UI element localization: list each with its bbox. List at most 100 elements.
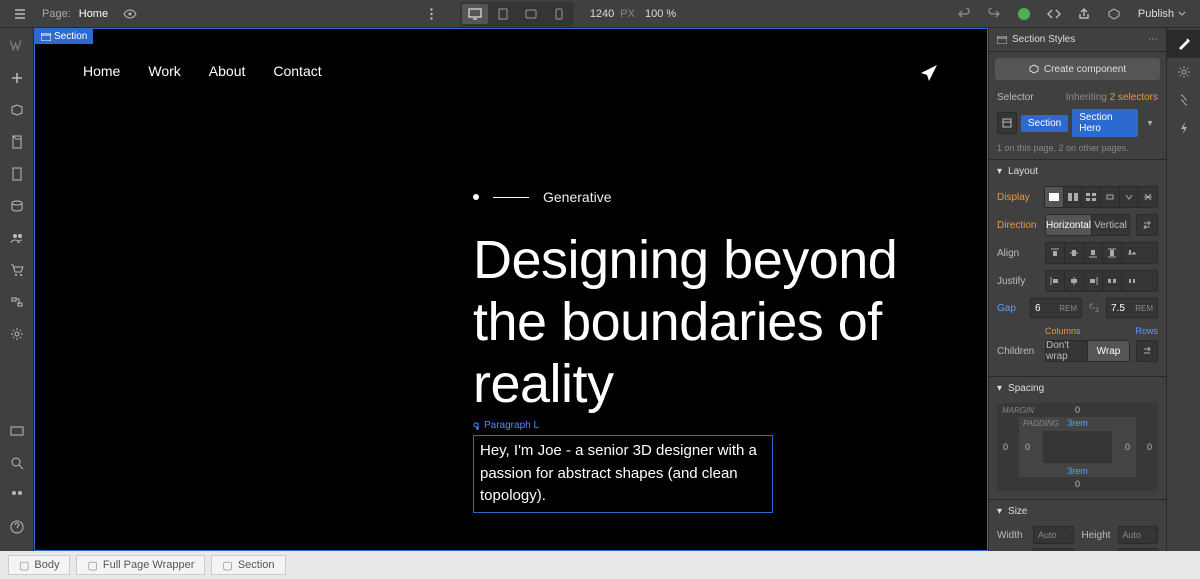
children-label: Children (997, 346, 1039, 357)
cms-button[interactable] (3, 192, 31, 220)
users-button[interactable] (3, 224, 31, 252)
interactions-tab[interactable] (1167, 114, 1200, 142)
paragraph-element[interactable]: Paragraph L Hey, I'm Joe - a senior 3D d… (473, 435, 773, 513)
undo-button[interactable] (950, 2, 978, 26)
page-name[interactable]: Home (79, 8, 108, 20)
align-start[interactable] (1046, 243, 1065, 263)
device-desktop[interactable] (462, 4, 488, 24)
align-baseline[interactable] (1122, 243, 1141, 263)
selection-tag[interactable]: Section (35, 29, 93, 44)
search-button[interactable] (3, 449, 31, 477)
children-nowrap[interactable]: Don't wrap (1046, 341, 1088, 361)
padding-bottom[interactable]: 3rem (1067, 466, 1088, 476)
canvas-width[interactable]: 1240 (590, 8, 614, 20)
style-tab[interactable] (1167, 30, 1200, 58)
hero-heading[interactable]: Designing beyond the boundaries of reali… (473, 229, 939, 415)
spacing-editor[interactable]: MARGIN 0 0 0 0 PADDING 3rem 3rem 0 0 (997, 403, 1158, 491)
display-none[interactable] (1138, 187, 1157, 207)
audit-panel-button[interactable] (3, 481, 31, 509)
height-input[interactable]: Auto- (1118, 526, 1159, 544)
eyebrow: Generative (473, 189, 939, 205)
more-icon[interactable] (418, 2, 446, 26)
inheriting-label[interactable]: Inheriting 2 selectors (1066, 92, 1158, 103)
canvas-zoom[interactable]: 100 % (645, 8, 676, 20)
ecommerce-button[interactable] (3, 256, 31, 284)
justify-around[interactable] (1122, 271, 1141, 291)
justify-end[interactable] (1084, 271, 1103, 291)
preview-icon[interactable] (116, 2, 144, 26)
device-mobile[interactable] (546, 4, 572, 24)
padding-left[interactable]: 0 (1025, 442, 1030, 452)
gap-row-input[interactable]: 7.5REM (1106, 298, 1158, 318)
audit-icon[interactable] (1100, 2, 1128, 26)
justify-between[interactable] (1103, 271, 1122, 291)
video-button[interactable] (3, 417, 31, 445)
crumb-wrapper[interactable]: ▢Full Page Wrapper (76, 555, 205, 575)
selector-tag-section-hero[interactable]: Section Hero (1072, 109, 1138, 137)
margin-right[interactable]: 0 (1147, 442, 1152, 452)
children-wrap[interactable]: Wrap (1088, 341, 1129, 361)
display-block[interactable] (1045, 187, 1064, 207)
components-panel-button[interactable] (3, 96, 31, 124)
settings-tab[interactable] (1167, 58, 1200, 86)
crumb-body[interactable]: ▢Body (8, 555, 70, 575)
section-layout-header[interactable]: ▾ Layout (989, 160, 1166, 182)
children-reverse[interactable] (1136, 340, 1158, 362)
direction-horizontal[interactable]: Horizontal (1046, 215, 1092, 235)
padding-top[interactable]: 3rem (1067, 418, 1088, 428)
section-size-header[interactable]: ▾ Size (989, 500, 1166, 522)
send-icon[interactable] (919, 63, 939, 83)
display-grid[interactable] (1082, 187, 1101, 207)
paragraph-selection-tag: Paragraph L (473, 420, 539, 431)
nav-contact[interactable]: Contact (273, 63, 321, 79)
crumb-section[interactable]: ▢Section (211, 555, 285, 575)
help-button[interactable] (3, 513, 31, 541)
justify-start[interactable] (1046, 271, 1065, 291)
selector-icon-button[interactable] (997, 112, 1017, 134)
gap-link-icon[interactable] (1086, 298, 1102, 318)
padding-right[interactable]: 0 (1125, 442, 1130, 452)
panel-more-icon[interactable]: ⋯ (1148, 34, 1158, 45)
columns-label: Columns (1045, 326, 1081, 336)
gap-column-input[interactable]: 6REM (1030, 298, 1082, 318)
status-ok-icon[interactable] (1010, 2, 1038, 26)
display-inline-block[interactable] (1101, 187, 1120, 207)
device-tablet[interactable] (490, 4, 516, 24)
display-inline[interactable] (1120, 187, 1139, 207)
align-end[interactable] (1084, 243, 1103, 263)
margin-top[interactable]: 0 (1075, 405, 1080, 415)
create-component-button[interactable]: Create component (995, 58, 1160, 80)
display-flex[interactable] (1064, 187, 1083, 207)
selector-tag-section[interactable]: Section (1021, 115, 1068, 132)
gap-label: Gap (997, 303, 1024, 314)
device-mobile-landscape[interactable] (518, 4, 544, 24)
nav-home[interactable]: Home (83, 63, 120, 79)
nav-about[interactable]: About (209, 63, 246, 79)
add-element-button[interactable] (3, 64, 31, 92)
pages-button[interactable] (3, 160, 31, 188)
style-manager-tab[interactable] (1167, 86, 1200, 114)
logic-button[interactable] (3, 288, 31, 316)
hero-paragraph[interactable]: Hey, I'm Joe - a senior 3D designer with… (480, 440, 766, 508)
redo-button[interactable] (980, 2, 1008, 26)
nav-work[interactable]: Work (148, 63, 180, 79)
navigator-button[interactable] (3, 128, 31, 156)
justify-center[interactable] (1065, 271, 1084, 291)
code-icon[interactable] (1040, 2, 1068, 26)
state-dropdown[interactable]: ▾ (1142, 118, 1158, 129)
share-icon[interactable] (1070, 2, 1098, 26)
align-stretch[interactable] (1103, 243, 1122, 263)
width-input[interactable]: Auto- (1033, 526, 1074, 544)
section-spacing-header[interactable]: ▾ Spacing (989, 377, 1166, 399)
align-center[interactable] (1065, 243, 1084, 263)
publish-button[interactable]: Publish (1130, 8, 1194, 20)
margin-left[interactable]: 0 (1003, 442, 1008, 452)
canvas[interactable]: Section Home Work About Contact Generati… (34, 28, 988, 551)
settings-button[interactable] (3, 320, 31, 348)
selection-tag-label: Section (54, 31, 87, 42)
direction-reverse[interactable] (1136, 214, 1158, 236)
direction-vertical[interactable]: Vertical (1092, 215, 1129, 235)
eyebrow-text[interactable]: Generative (543, 189, 611, 205)
margin-bottom[interactable]: 0 (1075, 479, 1080, 489)
menu-button[interactable] (6, 2, 34, 26)
